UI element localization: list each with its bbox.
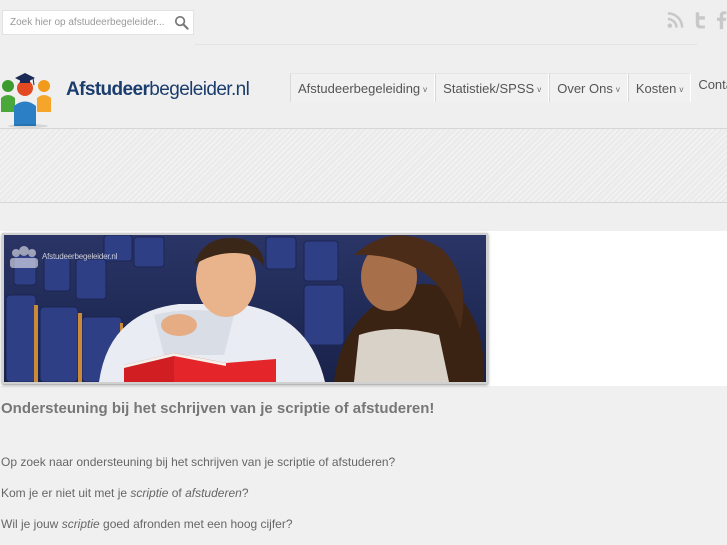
emphasis-afstuderen: afstuderen xyxy=(185,486,242,500)
text-fragment: Kom je er niet uit met je xyxy=(1,486,131,500)
header-divider xyxy=(195,44,697,45)
header-band xyxy=(0,128,727,203)
chevron-down-icon: v xyxy=(615,84,620,94)
nav-item-afstudeerbegeleiding[interactable]: Afstudeerbegeleiding v xyxy=(290,73,436,102)
rss-icon[interactable] xyxy=(666,10,685,30)
nav-item-kosten[interactable]: Kosten v xyxy=(627,73,692,102)
nav-label: Kosten xyxy=(635,80,677,96)
twitter-icon[interactable] xyxy=(691,10,710,30)
logo-figures-icon xyxy=(1,73,51,128)
chevron-down-icon: v xyxy=(679,84,684,94)
nav-item-statistiek-spss[interactable]: Statistiek/SPSS v xyxy=(435,73,550,102)
facebook-icon[interactable] xyxy=(716,10,727,30)
chevron-down-icon: v xyxy=(423,84,428,94)
nav-label: Statistiek/SPSS xyxy=(443,80,535,96)
emphasis-scriptie: scriptie xyxy=(61,517,100,531)
intro-paragraph-1: Op zoek naar ondersteuning bij het schri… xyxy=(1,455,396,469)
text-fragment: ? xyxy=(241,486,249,500)
nav-label: Contact xyxy=(698,77,727,92)
chevron-down-icon: v xyxy=(537,84,542,94)
page-headline: Ondersteuning bij het schrijven van je s… xyxy=(1,400,435,417)
intro-paragraph-3: Wil je jouw scriptie goed afronden met e… xyxy=(1,517,293,531)
search-input[interactable] xyxy=(3,11,171,34)
intro-paragraph-2: Kom je er niet uit met je scriptie of af… xyxy=(1,486,249,500)
nav-label: Over Ons xyxy=(557,80,613,96)
nav-label: Afstudeerbegeleiding xyxy=(298,80,421,96)
main-nav: Afstudeerbegeleiding v Statistiek/SPSS v O… xyxy=(290,73,727,102)
text-fragment: of xyxy=(168,486,186,500)
hero-watermark: Afstudeerbegeleider.nl xyxy=(42,252,118,261)
text-fragment: goed afronden met een hoog cijfer? xyxy=(99,517,293,531)
logo-text-light: begeleider.nl xyxy=(149,79,250,100)
search-box xyxy=(2,10,194,35)
nav-item-over-ons[interactable]: Over Ons v xyxy=(549,73,628,102)
logo-text: Afstudeerbegeleider.nl xyxy=(66,79,250,101)
text-fragment: Wil je jouw xyxy=(1,517,62,531)
site-logo[interactable]: Afstudeerbegeleider.nl xyxy=(0,66,250,128)
search-icon[interactable] xyxy=(174,15,189,30)
emphasis-scriptie: scriptie xyxy=(130,486,169,500)
hero-image: Afstudeerbegeleider.nl xyxy=(2,233,488,384)
nav-item-contact[interactable]: Contact xyxy=(691,70,727,99)
social-links xyxy=(666,10,727,30)
logo-text-bold: Afstudeer xyxy=(66,79,150,100)
